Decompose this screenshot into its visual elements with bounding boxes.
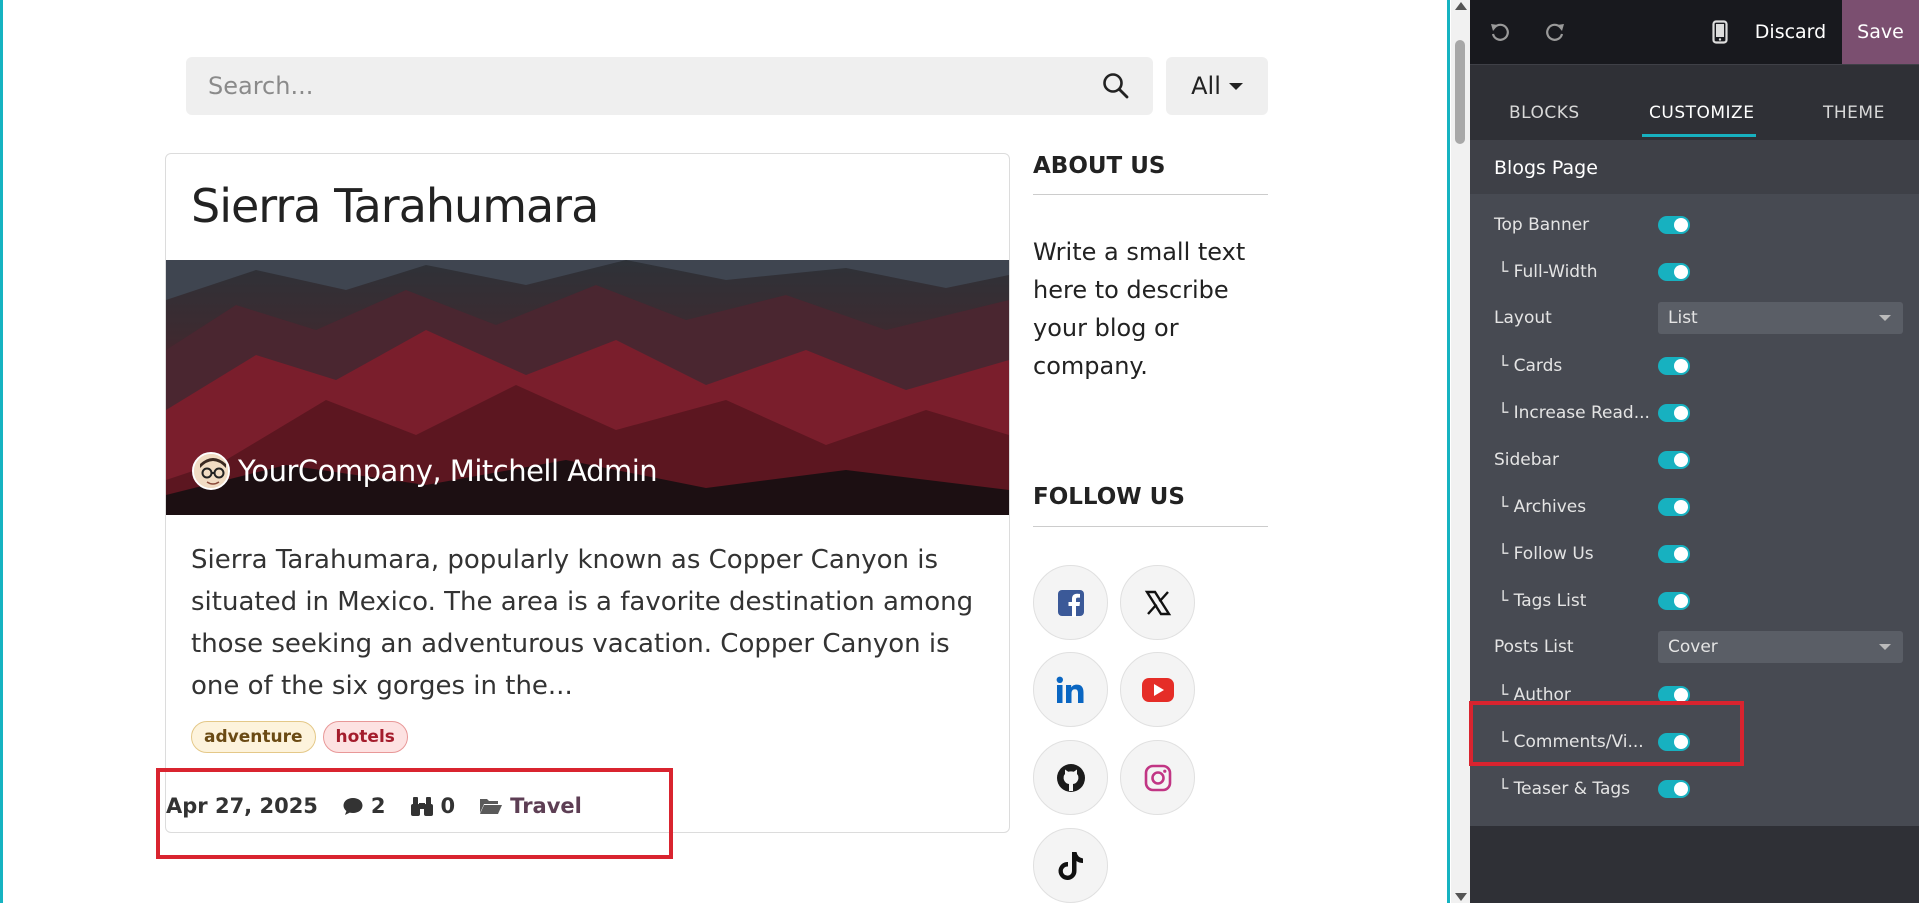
search-filter-label: All xyxy=(1191,72,1221,100)
section-title: Blogs Page xyxy=(1494,157,1598,179)
option-cards: └ Cards xyxy=(1470,349,1919,385)
layout-select[interactable]: List xyxy=(1658,302,1903,334)
chevron-down-icon xyxy=(1879,315,1891,321)
option-tags-list: └ Tags List xyxy=(1470,584,1919,620)
tag-adventure[interactable]: adventure xyxy=(191,721,316,753)
option-label: └ Full-Width xyxy=(1498,262,1598,282)
archives-toggle[interactable] xyxy=(1658,498,1690,516)
option-label: Sidebar xyxy=(1494,450,1559,470)
redo-button[interactable] xyxy=(1533,0,1577,64)
post-author: YourCompany, Mitchell Admin xyxy=(238,454,658,488)
mobile-preview-button[interactable] xyxy=(1700,0,1740,64)
tiktok-link[interactable] xyxy=(1033,828,1108,903)
option-increase-readability: └ Increase Read... xyxy=(1470,396,1919,432)
highlight-box xyxy=(1469,701,1744,766)
follow-us-toggle[interactable] xyxy=(1658,545,1690,563)
posts-list-select-value: Cover xyxy=(1668,637,1718,657)
tab-customize[interactable]: CUSTOMIZE xyxy=(1649,103,1754,123)
editor-tabs: BLOCKS CUSTOMIZE THEME xyxy=(1470,64,1919,140)
post-cover-image[interactable]: YourCompany, Mitchell Admin xyxy=(166,260,1009,515)
divider xyxy=(1033,194,1268,195)
option-archives: └ Archives xyxy=(1470,490,1919,526)
youtube-icon xyxy=(1141,677,1174,702)
divider xyxy=(1033,526,1268,527)
facebook-icon xyxy=(1057,589,1084,617)
save-button[interactable]: Save xyxy=(1842,0,1919,64)
blog-post-card[interactable]: Sierra Tarahumara YourCompany, Mitchell … xyxy=(165,153,1010,833)
chevron-down-icon xyxy=(1228,82,1243,90)
github-icon xyxy=(1056,763,1085,792)
editor-toolbar: Discard Save xyxy=(1470,0,1919,64)
posts-list-select[interactable]: Cover xyxy=(1658,631,1903,663)
facebook-link[interactable] xyxy=(1033,565,1108,640)
follow-us-title: FOLLOW US xyxy=(1033,484,1185,510)
option-label: └ Teaser & Tags xyxy=(1498,779,1631,799)
undo-button[interactable] xyxy=(1478,0,1522,64)
post-tags: adventure hotels xyxy=(191,721,408,753)
search-icon[interactable] xyxy=(1101,71,1131,101)
option-full-width: └ Full-Width xyxy=(1470,255,1919,291)
active-tab-indicator xyxy=(1642,134,1756,137)
preview-scrollbar[interactable] xyxy=(1451,0,1470,903)
highlight-box xyxy=(156,768,673,859)
top-banner-toggle[interactable] xyxy=(1658,216,1690,234)
about-us-title: ABOUT US xyxy=(1033,153,1166,179)
option-label: └ Tags List xyxy=(1498,591,1587,611)
scroll-down-arrow-icon[interactable] xyxy=(1455,893,1467,901)
option-sidebar: Sidebar xyxy=(1470,443,1919,479)
website-preview: All Sierra Tarahumara xyxy=(0,0,1450,903)
screen: All Sierra Tarahumara xyxy=(0,0,1919,903)
search-bar xyxy=(186,57,1153,115)
option-follow-us: └ Follow Us xyxy=(1470,537,1919,573)
option-label: Top Banner xyxy=(1494,215,1590,235)
sidebar-toggle[interactable] xyxy=(1658,451,1690,469)
option-teaser-tags: └ Teaser & Tags xyxy=(1470,772,1919,808)
post-title[interactable]: Sierra Tarahumara xyxy=(191,179,599,233)
option-label: Posts List xyxy=(1494,637,1574,657)
instagram-icon xyxy=(1144,764,1171,791)
tab-theme[interactable]: THEME xyxy=(1823,103,1885,123)
post-teaser: Sierra Tarahumara, popularly known as Co… xyxy=(191,545,974,701)
about-us-text: Write a small text here to describe your… xyxy=(1033,238,1246,380)
tags-list-toggle[interactable] xyxy=(1658,592,1690,610)
github-link[interactable] xyxy=(1033,740,1108,815)
teaser-tags-toggle[interactable] xyxy=(1658,780,1690,798)
option-label: └ Follow Us xyxy=(1498,544,1594,564)
option-label: └ Increase Read... xyxy=(1498,403,1650,423)
linkedin-icon xyxy=(1056,676,1083,703)
search-input[interactable] xyxy=(186,57,1086,115)
full-width-toggle[interactable] xyxy=(1658,263,1690,281)
option-top-banner: Top Banner xyxy=(1470,208,1919,244)
option-label: └ Archives xyxy=(1498,497,1587,517)
author-avatar xyxy=(192,452,230,490)
discard-button[interactable]: Discard xyxy=(1743,0,1838,64)
cards-toggle[interactable] xyxy=(1658,357,1690,375)
editor-panel: Discard Save BLOCKS CUSTOMIZE THEME Blog… xyxy=(1470,0,1919,903)
instagram-link[interactable] xyxy=(1120,740,1195,815)
x-link[interactable] xyxy=(1120,565,1195,640)
option-layout: Layout List xyxy=(1470,301,1919,337)
layout-select-value: List xyxy=(1668,308,1698,328)
x-icon xyxy=(1144,590,1171,615)
chevron-down-icon xyxy=(1879,644,1891,650)
linkedin-link[interactable] xyxy=(1033,652,1108,727)
option-posts-list: Posts List Cover xyxy=(1470,630,1919,666)
tiktok-icon xyxy=(1058,851,1083,880)
section-header: Blogs Page xyxy=(1470,140,1919,194)
tag-hotels[interactable]: hotels xyxy=(322,721,408,753)
redo-icon xyxy=(1546,23,1564,41)
tab-blocks[interactable]: BLOCKS xyxy=(1509,103,1580,123)
option-label: └ Cards xyxy=(1498,356,1563,376)
increase-readability-toggle[interactable] xyxy=(1658,404,1690,422)
scroll-up-arrow-icon[interactable] xyxy=(1455,2,1467,10)
undo-icon xyxy=(1491,23,1509,41)
option-label: Layout xyxy=(1494,308,1552,328)
search-filter-dropdown[interactable]: All xyxy=(1166,57,1268,115)
mobile-phone-icon xyxy=(1712,20,1728,44)
scroll-thumb[interactable] xyxy=(1455,40,1465,144)
youtube-link[interactable] xyxy=(1120,652,1195,727)
